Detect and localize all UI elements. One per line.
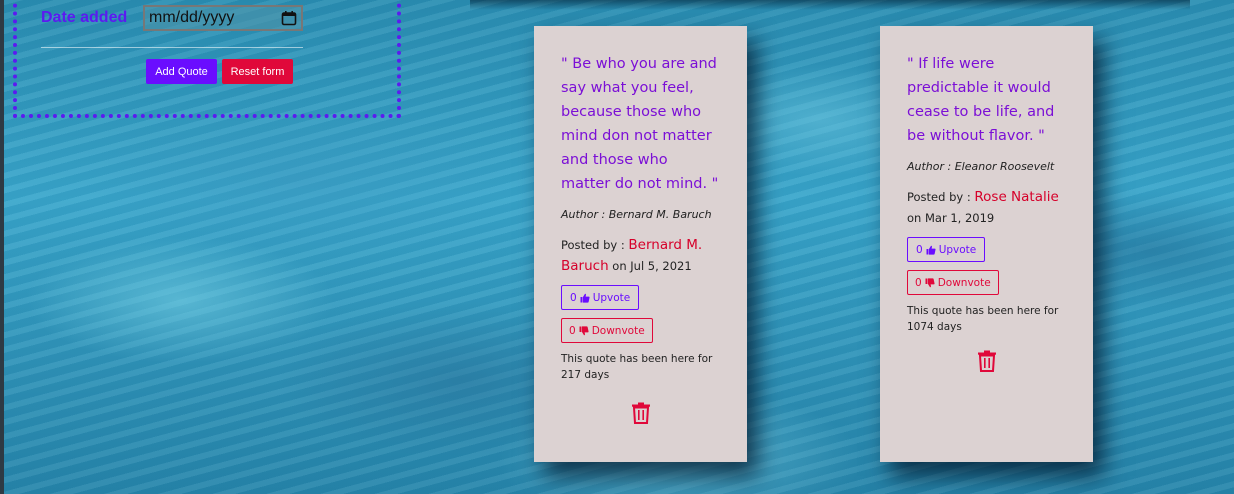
thumbs-down-icon [925, 277, 935, 287]
thumbs-up-icon [926, 245, 936, 255]
quote-age: This quote has been here for 217 days [561, 353, 713, 381]
thumbs-up-icon [580, 293, 590, 303]
upvote-button[interactable]: 0 Upvote [561, 285, 640, 310]
downvote-count: 0 [569, 324, 576, 337]
quote-author: Author : Eleanor Roosevelt [907, 160, 1055, 173]
quote-author: Author : Bernard M. Baruch [561, 208, 712, 221]
posted-date: on Mar 1, 2019 [907, 211, 995, 225]
quote-text: " If life were predictable it would ceas… [907, 56, 1055, 144]
thumbs-down-icon [579, 325, 589, 335]
downvote-count: 0 [915, 276, 922, 289]
window-edge [0, 0, 4, 494]
add-quote-form: Date added mm/dd/yyyy Add Quote Reset fo… [13, 0, 401, 118]
upvote-count: 0 [570, 291, 577, 304]
add-quote-button[interactable]: Add Quote [146, 59, 217, 84]
downvote-label: Downvote [937, 276, 991, 289]
calendar-icon[interactable] [281, 10, 297, 26]
form-divider [41, 47, 303, 48]
upvote-label: Upvote [592, 291, 631, 304]
quote-card: " Be who you are and say what you feel, … [534, 26, 747, 462]
downvote-label: Downvote [591, 324, 645, 337]
trash-icon[interactable] [977, 350, 997, 372]
downvote-button[interactable]: 0 Downvote [561, 318, 653, 343]
quote-age: This quote has been here for 1074 days [907, 305, 1059, 333]
quote-text: " Be who you are and say what you feel, … [561, 56, 719, 192]
upvote-count: 0 [916, 243, 923, 256]
date-placeholder: mm/dd/yyyy [149, 9, 235, 26]
posted-by: Posted by : Rose Natalie on Mar 1, 2019 [907, 187, 1066, 229]
posted-date: on Jul 5, 2021 [608, 259, 692, 273]
upvote-label: Upvote [938, 243, 977, 256]
trash-icon[interactable] [631, 402, 651, 424]
posted-by-label: Posted by : [561, 238, 629, 252]
quote-card: " If life were predictable it would ceas… [880, 26, 1093, 462]
downvote-button[interactable]: 0 Downvote [907, 270, 999, 295]
posted-by-label: Posted by : [907, 190, 975, 204]
date-added-input[interactable]: mm/dd/yyyy [143, 5, 303, 31]
poster-name: Rose Natalie [974, 189, 1059, 205]
reset-form-button[interactable]: Reset form [222, 59, 293, 84]
date-added-label: Date added [41, 9, 128, 26]
upvote-button[interactable]: 0 Upvote [907, 237, 986, 262]
posted-by: Posted by : Bernard M. Baruch on Jul 5, … [561, 235, 720, 277]
top-shadow [470, 0, 1190, 10]
